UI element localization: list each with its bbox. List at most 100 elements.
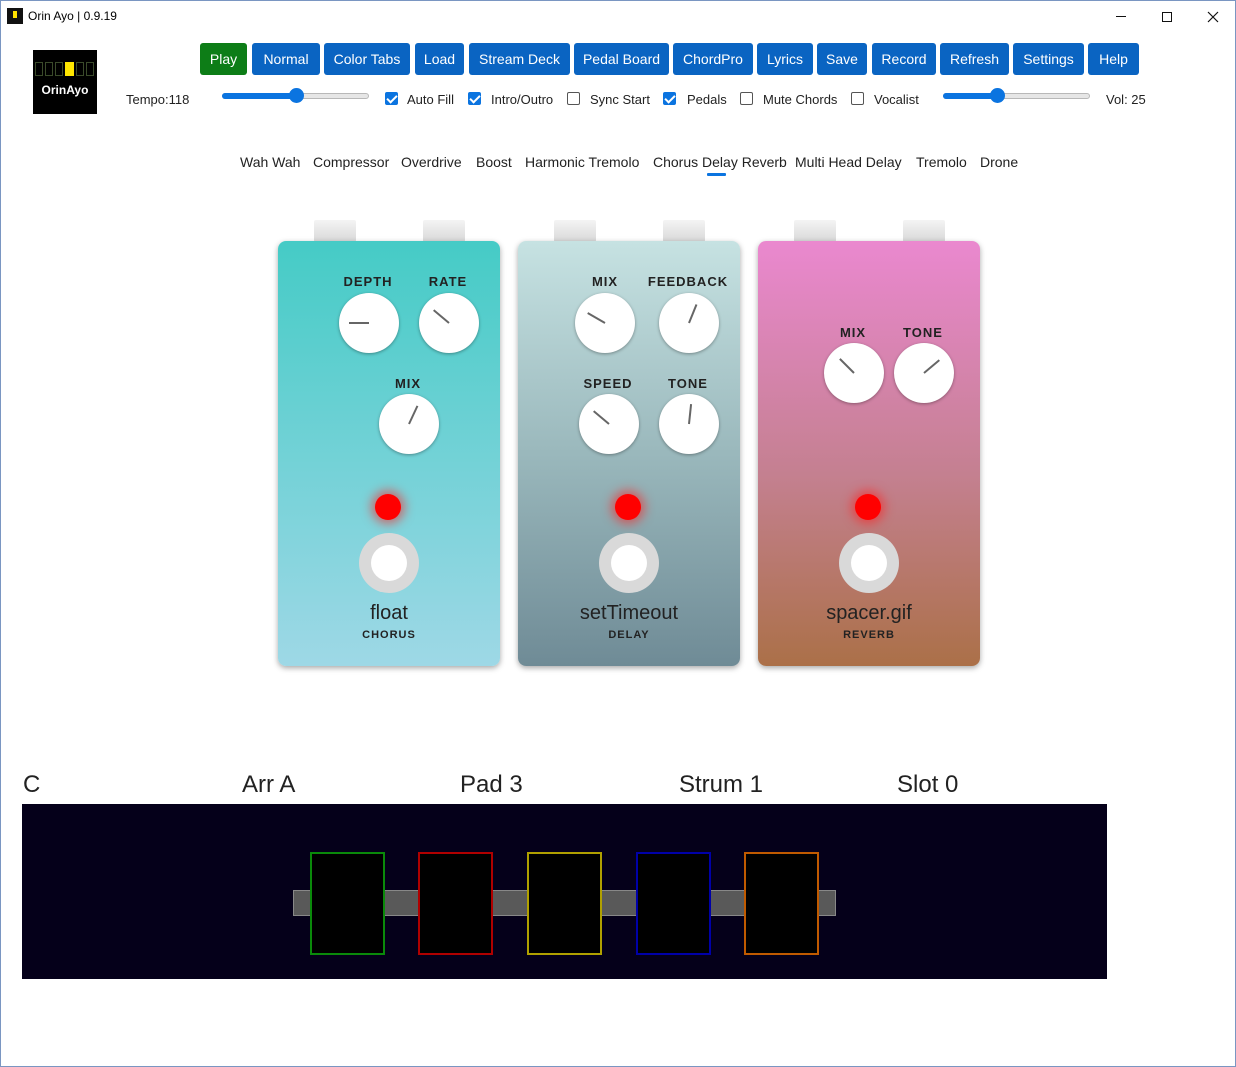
help-button[interactable]: Help: [1088, 43, 1139, 75]
delay-pedal: MIX FEEDBACK SPEED TONE setTimeout DELAY: [518, 241, 740, 666]
sync-start-checkbox[interactable]: [567, 92, 580, 105]
maximize-icon: [1162, 11, 1172, 22]
volume-slider[interactable]: [943, 88, 1090, 104]
pad-red[interactable]: [418, 852, 493, 955]
active-tab-indicator: [707, 173, 726, 176]
logo-strip: [35, 62, 95, 76]
app-logo: OrinAyo: [33, 50, 97, 114]
pad-yellow[interactable]: [527, 852, 602, 955]
rate-knob[interactable]: [419, 293, 479, 353]
chorus-pedal-type: CHORUS: [362, 629, 416, 641]
tab-drone[interactable]: Drone: [980, 154, 1018, 170]
settings-button[interactable]: Settings: [1013, 43, 1084, 75]
mix-label: MIX: [591, 274, 619, 289]
mix-knob[interactable]: [575, 293, 635, 353]
feedback-label: FEEDBACK: [647, 274, 729, 289]
tempo-label: Tempo:118: [126, 92, 190, 107]
jack-chorus-left: [314, 220, 356, 242]
close-icon: [1207, 11, 1219, 22]
pad-blue[interactable]: [636, 852, 711, 955]
pad-green[interactable]: [310, 852, 385, 955]
pedal-board-button[interactable]: Pedal Board: [574, 43, 669, 75]
arrangement-status: Arr A: [242, 771, 296, 798]
mute-chords-label: Mute Chords: [763, 92, 838, 107]
tab-boost[interactable]: Boost: [476, 154, 512, 170]
pedals-checkbox[interactable]: [663, 92, 676, 105]
tab-overdrive[interactable]: Overdrive: [401, 154, 462, 170]
reverb-pedal-type: REVERB: [843, 629, 895, 641]
tone-knob[interactable]: [659, 394, 719, 454]
title-bar: Orin Ayo | 0.9.19: [1, 1, 1235, 32]
maximize-button[interactable]: [1144, 1, 1190, 32]
delay-led: [615, 494, 641, 520]
speed-knob[interactable]: [579, 394, 639, 454]
volume-slider-thumb[interactable]: [990, 88, 1005, 103]
tab-harmonic-tremolo[interactable]: Harmonic Tremolo: [525, 154, 639, 170]
mix-knob[interactable]: [379, 394, 439, 454]
delay-footswitch[interactable]: [599, 533, 659, 593]
tab-wah-wah[interactable]: Wah Wah: [240, 154, 300, 170]
play-button[interactable]: Play: [200, 43, 247, 75]
tone-knob[interactable]: [894, 343, 954, 403]
chorus-pedal: DEPTH RATE MIX float CHORUS: [278, 241, 500, 666]
jack-reverb-left: [794, 220, 836, 242]
intro-outro-label: Intro/Outro: [491, 92, 554, 107]
jack-delay-left: [554, 220, 596, 242]
chorus-footswitch[interactable]: [359, 533, 419, 593]
mix-knob[interactable]: [824, 343, 884, 403]
delay-pedal-name: setTimeout: [579, 602, 679, 624]
feedback-knob[interactable]: [659, 293, 719, 353]
tempo-slider[interactable]: [222, 88, 369, 104]
minimize-icon: [1116, 16, 1126, 17]
slot-status: Slot 0: [897, 771, 959, 798]
stream-deck-button[interactable]: Stream Deck: [469, 43, 570, 75]
depth-label: DEPTH: [343, 274, 393, 289]
mute-chords-checkbox[interactable]: [740, 92, 753, 105]
rate-label: RATE: [428, 274, 468, 289]
reverb-footswitch[interactable]: [839, 533, 899, 593]
reverb-led: [855, 494, 881, 520]
minimize-button[interactable]: [1098, 1, 1144, 32]
tab-multi-head-delay[interactable]: Multi Head Delay: [795, 154, 902, 170]
chordpro-button[interactable]: ChordPro: [673, 43, 753, 75]
vocalist-label: Vocalist: [874, 92, 919, 107]
refresh-button[interactable]: Refresh: [940, 43, 1009, 75]
jack-delay-right: [663, 220, 705, 242]
reverb-pedal-name: spacer.gif: [826, 602, 912, 624]
tab-tremolo[interactable]: Tremolo: [916, 154, 967, 170]
delay-pedal-type: DELAY: [608, 629, 650, 641]
jack-reverb-right: [903, 220, 945, 242]
reverb-pedal: MIX TONE spacer.gif REVERB: [758, 241, 980, 666]
auto-fill-checkbox[interactable]: [385, 92, 398, 105]
app-window: Orin Ayo | 0.9.19 OrinAyo Play Normal Co…: [0, 0, 1236, 1067]
tab-compressor[interactable]: Compressor: [313, 154, 389, 170]
depth-knob[interactable]: [339, 293, 399, 353]
color-tabs-button[interactable]: Color Tabs: [324, 43, 410, 75]
strum-status: Strum 1: [679, 771, 764, 798]
chorus-led: [375, 494, 401, 520]
pad-status: Pad 3: [460, 771, 523, 798]
tone-label: TONE: [668, 376, 708, 391]
load-button[interactable]: Load: [415, 43, 464, 75]
logo-text: OrinAyo: [41, 83, 89, 97]
volume-label: Vol: 25: [1106, 92, 1146, 107]
lyrics-button[interactable]: Lyrics: [757, 43, 813, 75]
close-button[interactable]: [1190, 1, 1235, 32]
vocalist-checkbox[interactable]: [851, 92, 864, 105]
pad-board: [22, 804, 1107, 979]
record-button[interactable]: Record: [872, 43, 936, 75]
window-title: Orin Ayo | 0.9.19: [28, 9, 117, 23]
tempo-slider-thumb[interactable]: [289, 88, 304, 103]
sync-start-label: Sync Start: [590, 92, 650, 107]
jack-chorus-right: [423, 220, 465, 242]
save-button[interactable]: Save: [817, 43, 867, 75]
current-chord: C: [23, 771, 41, 798]
tone-label: TONE: [903, 325, 943, 340]
pedals-label: Pedals: [687, 92, 727, 107]
normal-button[interactable]: Normal: [252, 43, 320, 75]
tab-chorus-delay-reverb[interactable]: Chorus Delay Reverb: [653, 154, 787, 170]
auto-fill-label: Auto Fill: [407, 92, 454, 107]
intro-outro-checkbox[interactable]: [468, 92, 481, 105]
speed-label: SPEED: [583, 376, 633, 391]
pad-orange[interactable]: [744, 852, 819, 955]
